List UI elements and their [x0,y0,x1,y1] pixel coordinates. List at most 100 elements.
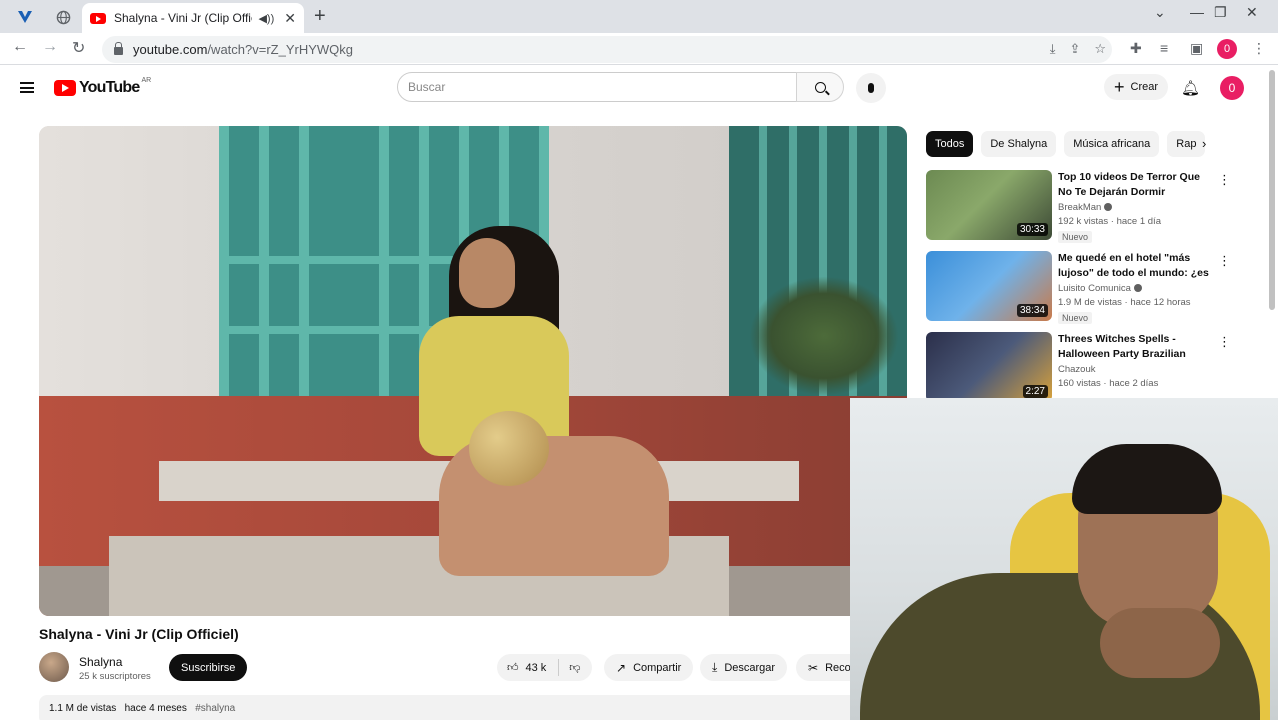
tab-audio-icon[interactable]: ◀)) [258,12,274,25]
recommendation-title[interactable]: Top 10 videos De Terror Que No Te Dejará… [1058,170,1210,200]
url-path: /watch?v=rZ_YrHYWQkg [207,42,354,57]
bookmark-star-icon[interactable]: ☆ [1094,41,1106,57]
globe-icon [56,10,70,24]
minimize-icon[interactable]: — [1190,4,1204,20]
download-button[interactable]: ⤓ Descargar [700,654,788,681]
more-options-icon[interactable]: ⋮ [1218,253,1231,269]
channel-name-link[interactable]: Shalyna [79,655,122,669]
verified-check-icon [1104,203,1113,212]
scissors-icon: ✂ [808,660,819,675]
new-badge: Nuevo [1058,312,1093,324]
restore-icon[interactable]: ❐ [1214,4,1227,21]
chip-musica-africana[interactable]: Música africana [1064,131,1160,157]
channel-name: Chazouk [1058,364,1096,375]
duration-badge: 2:27 [1022,385,1048,398]
search-placeholder: Buscar [408,80,446,94]
share-button[interactable]: ↗ Compartir [604,654,694,681]
channel-avatar[interactable] [39,652,69,682]
page-scrollbar[interactable] [1269,70,1275,310]
notifications-bell-icon[interactable]: 🔔︎ [1181,79,1200,97]
chevron-right-icon[interactable]: › [1202,136,1206,151]
active-tab[interactable]: Shalyna - Vini Jr (Clip Officiel) ◀)) ✕ [82,3,304,33]
video-frame-person-face [459,238,515,308]
subscriber-count: 25 k suscriptores [79,671,151,682]
video-title: Shalyna - Vini Jr (Clip Officiel) [39,626,239,642]
media-controls-icon[interactable]: ≡ [1160,40,1168,56]
share-label: Compartir [633,661,682,674]
extensions-puzzle-icon[interactable]: ✚ [1130,40,1142,57]
pinned-tab-globe[interactable] [52,6,74,28]
view-count: 1.1 M de vistas [49,703,117,714]
related-filter-chips: Todos De Shalyna Música africana Rap [926,131,1206,157]
video-player[interactable] [39,126,907,616]
share-arrow-icon: ↗ [616,660,627,675]
channel-name: Luisito Comunica [1058,283,1131,294]
recommendation-stats: 1.9 M de vistas · hace 12 horas [1058,297,1191,308]
browser-toolbar: ← → ↻ youtube.com/watch?v=rZ_YrHYWQkg ⤓ … [0,33,1278,65]
guide-menu-icon[interactable] [20,82,34,93]
search-input[interactable]: Buscar [397,72,797,102]
recommendation-stats: 160 vistas · hace 2 días [1058,378,1159,389]
search-button[interactable] [796,72,844,102]
more-options-icon[interactable]: ⋮ [1218,172,1231,188]
more-options-icon[interactable]: ⋮ [1218,334,1231,350]
account-avatar[interactable]: 0 [1220,76,1244,100]
recommendation-item[interactable]: 30:33 Top 10 videos De Terror Que No Te … [926,170,1231,243]
download-label: Descargar [724,661,776,674]
hashtag-link[interactable]: #shalyna [195,703,235,714]
plus-icon: + [1114,76,1125,97]
youtube-wordmark: YouTube [79,79,140,96]
browser-menu-icon[interactable]: ⋮ [1252,40,1266,57]
voice-search-button[interactable] [856,73,886,103]
reload-icon[interactable]: ↻ [72,38,85,58]
recommendation-title[interactable]: Threes Witches Spells - Halloween Party … [1058,332,1210,362]
address-bar[interactable]: youtube.com/watch?v=rZ_YrHYWQkg ⤓ ⇪ ☆ [102,36,1112,63]
create-button[interactable]: + Crear [1104,74,1169,100]
recommendation-item[interactable]: 2:27 Threes Witches Spells - Halloween P… [926,332,1231,404]
like-dislike-group: 👍︎ 43 k 👎︎ [497,654,593,681]
chip-de-shalyna[interactable]: De Shalyna [981,131,1057,157]
webcam-overlay [850,398,1278,720]
recommendation-channel[interactable]: Luisito Comunica [1058,283,1210,294]
window-close-icon[interactable]: ✕ [1246,4,1258,21]
url-host: youtube.com [133,42,208,57]
tab-title: Shalyna - Vini Jr (Clip Officiel) [114,11,252,25]
channel-name: BreakMan [1058,202,1102,213]
recommendation-thumbnail[interactable]: 2:27 [926,332,1052,402]
country-code: AR [141,76,152,84]
recommendation-title[interactable]: Me quedé en el hotel "más lujoso" de tod… [1058,251,1210,281]
duration-badge: 38:34 [1016,304,1048,317]
youtube-masthead: YouTube AR Buscar + Crear 🔔︎ 0 [0,66,1278,110]
subscribe-button[interactable]: Suscribirse [169,654,248,681]
search-icon [814,81,826,93]
like-button[interactable]: 👍︎ 43 k [497,659,560,676]
new-tab-plus-icon[interactable]: + [314,5,326,28]
back-arrow-icon[interactable]: ← [12,38,28,56]
recommendation-channel[interactable]: Chazouk [1058,364,1210,375]
side-panel-icon[interactable]: ▣ [1190,40,1203,57]
thumbs-up-icon: 👍︎ [507,662,519,674]
share-icon[interactable]: ⇪ [1069,41,1080,57]
new-badge: Nuevo [1058,231,1093,243]
youtube-favicon-icon [90,12,106,24]
recommendation-channel[interactable]: BreakMan [1058,202,1210,213]
chip-todos[interactable]: Todos [926,131,974,157]
install-app-icon[interactable]: ⤓ [1050,41,1056,57]
description-box[interactable]: 1.1 M de vistas hace 4 meses #shalyna [39,695,907,720]
youtube-logo[interactable]: YouTube AR [54,76,152,97]
download-icon: ⤓ [712,660,718,674]
recommendation-thumbnail[interactable]: 38:34 [926,251,1052,321]
recommendation-thumbnail[interactable]: 30:33 [926,170,1052,240]
dislike-button[interactable]: 👎︎ [559,661,592,674]
browser-profile-avatar[interactable]: 0 [1217,39,1237,59]
webcam-person-hand [1100,608,1220,678]
tab-close-icon[interactable]: ✕ [284,10,296,27]
tab-search-chevron-icon[interactable]: ⌄ [1154,4,1166,21]
recommendation-item[interactable]: 38:34 Me quedé en el hotel "más lujoso" … [926,251,1231,324]
video-frame-ball [469,411,549,486]
pinned-tab-v[interactable] [14,6,36,28]
chip-rap[interactable]: Rap [1167,131,1206,157]
upload-date: hace 4 meses [124,703,187,714]
verified-check-icon [1133,284,1142,293]
forward-arrow-icon[interactable]: → [42,38,58,56]
